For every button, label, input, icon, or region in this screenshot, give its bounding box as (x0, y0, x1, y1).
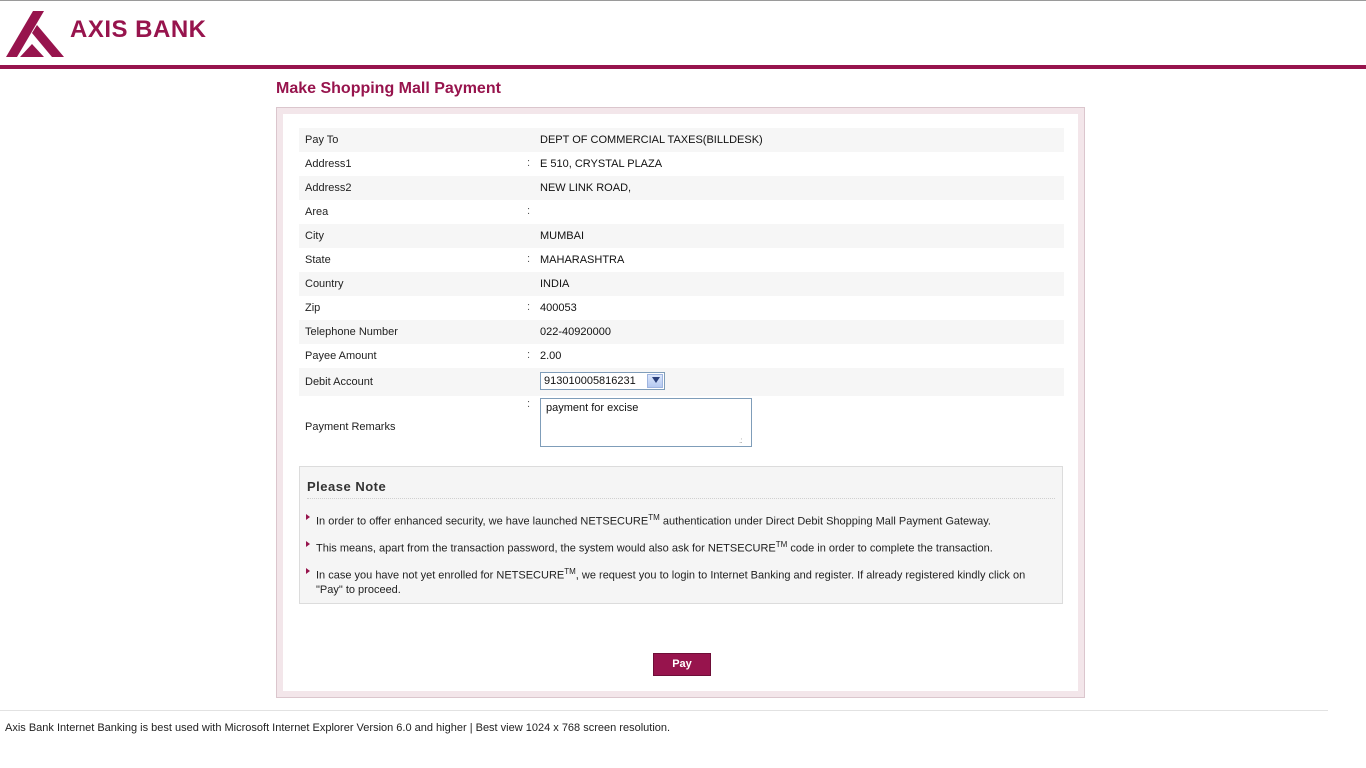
detail-value: NEW LINK ROAD, (540, 182, 632, 194)
note-item: This means, apart from the transaction p… (306, 538, 1054, 556)
detail-colon: : (527, 253, 531, 265)
detail-colon: : (527, 157, 531, 169)
detail-value: MAHARASHTRA (540, 254, 625, 266)
detail-label: Country (305, 278, 344, 290)
payment-remarks-label: Payment Remarks (305, 421, 396, 433)
detail-row-city: City MUMBAI (299, 224, 1064, 248)
bullet-icon (306, 568, 310, 574)
note-item: In case you have not yet enrolled for NE… (306, 565, 1054, 597)
bullet-icon (306, 541, 310, 547)
detail-label: Pay To (305, 134, 339, 146)
footer-divider (0, 710, 1328, 711)
note-text: authentication under Direct Debit Shoppi… (659, 515, 991, 528)
payee-details: Pay To DEPT OF COMMERCIAL TAXES(BILLDESK… (299, 128, 1064, 458)
payment-remarks-colon: : (527, 398, 531, 410)
detail-value: DEPT OF COMMERCIAL TAXES(BILLDESK) (540, 134, 763, 146)
detail-row-payment-remarks: Payment Remarks : payment for excise .: (299, 396, 1064, 458)
note-title: Please Note (307, 479, 387, 494)
pay-button[interactable]: Pay (653, 653, 711, 676)
header: AXIS BANK (0, 1, 1366, 65)
note-text: In order to offer enhanced security, we … (316, 515, 649, 528)
detail-value: 400053 (540, 302, 577, 314)
detail-label: Telephone Number (305, 326, 398, 338)
detail-colon: : (527, 205, 531, 217)
detail-value: MUMBAI (540, 230, 584, 242)
detail-label: Zip (305, 302, 321, 314)
detail-row-area: Area : (299, 200, 1064, 224)
detail-row-country: Country INDIA (299, 272, 1064, 296)
bullet-icon (306, 514, 310, 520)
detail-row-payee-amount: Payee Amount : 2.00 (299, 344, 1064, 368)
detail-label: Address2 (305, 182, 352, 194)
payment-remarks-textarea[interactable]: payment for excise (540, 398, 752, 447)
detail-label: Address1 (305, 158, 352, 170)
page-title: Make Shopping Mall Payment (276, 80, 501, 97)
detail-row-address1: Address1 : E 510, CRYSTAL PLAZA (299, 152, 1064, 176)
trademark-mark: TM (564, 567, 576, 576)
detail-row-zip: Zip : 400053 (299, 296, 1064, 320)
note-text: code in order to complete the transactio… (787, 542, 993, 555)
note-divider (307, 498, 1055, 499)
debit-account-label: Debit Account (305, 376, 373, 388)
trademark-mark: TM (775, 540, 788, 549)
detail-value: INDIA (540, 278, 570, 290)
payment-panel: Pay To DEPT OF COMMERCIAL TAXES(BILLDESK… (276, 107, 1085, 698)
please-note-box: Please Note In order to offer enhanced s… (299, 466, 1063, 604)
axis-bank-logo-icon (6, 11, 64, 57)
note-item: In order to offer enhanced security, we … (306, 511, 1054, 529)
payment-panel-inner: Pay To DEPT OF COMMERCIAL TAXES(BILLDESK… (283, 114, 1078, 691)
detail-label: Area (305, 206, 329, 218)
bank-name: AXIS BANK (70, 16, 207, 43)
debit-account-selected-value: 913010005816231 (544, 375, 636, 387)
header-accent-bar (0, 65, 1366, 69)
dropdown-arrow-icon[interactable] (647, 374, 663, 388)
detail-label: City (305, 230, 324, 242)
detail-value: E 510, CRYSTAL PLAZA (540, 158, 663, 170)
detail-row-address2: Address2 NEW LINK ROAD, (299, 176, 1064, 200)
trademark-mark: TM (648, 513, 660, 522)
detail-label: State (305, 254, 331, 266)
detail-label: Payee Amount (305, 350, 377, 362)
detail-colon: : (527, 301, 531, 313)
detail-row-pay-to: Pay To DEPT OF COMMERCIAL TAXES(BILLDESK… (299, 128, 1064, 152)
note-text: In case you have not yet enrolled for NE… (316, 569, 565, 582)
detail-value: 022-40920000 (540, 326, 611, 338)
detail-value: 2.00 (540, 350, 562, 362)
note-text: This means, apart from the transaction p… (316, 542, 776, 555)
debit-account-select[interactable]: 913010005816231 (540, 372, 665, 390)
resize-grip-icon[interactable]: .: (739, 436, 743, 445)
footer-text: Axis Bank Internet Banking is best used … (5, 722, 671, 734)
detail-row-debit-account: Debit Account 913010005816231 (299, 368, 1064, 396)
detail-row-state: State : MAHARASHTRA (299, 248, 1064, 272)
detail-row-telephone: Telephone Number 022-40920000 (299, 320, 1064, 344)
detail-colon: : (527, 349, 531, 361)
